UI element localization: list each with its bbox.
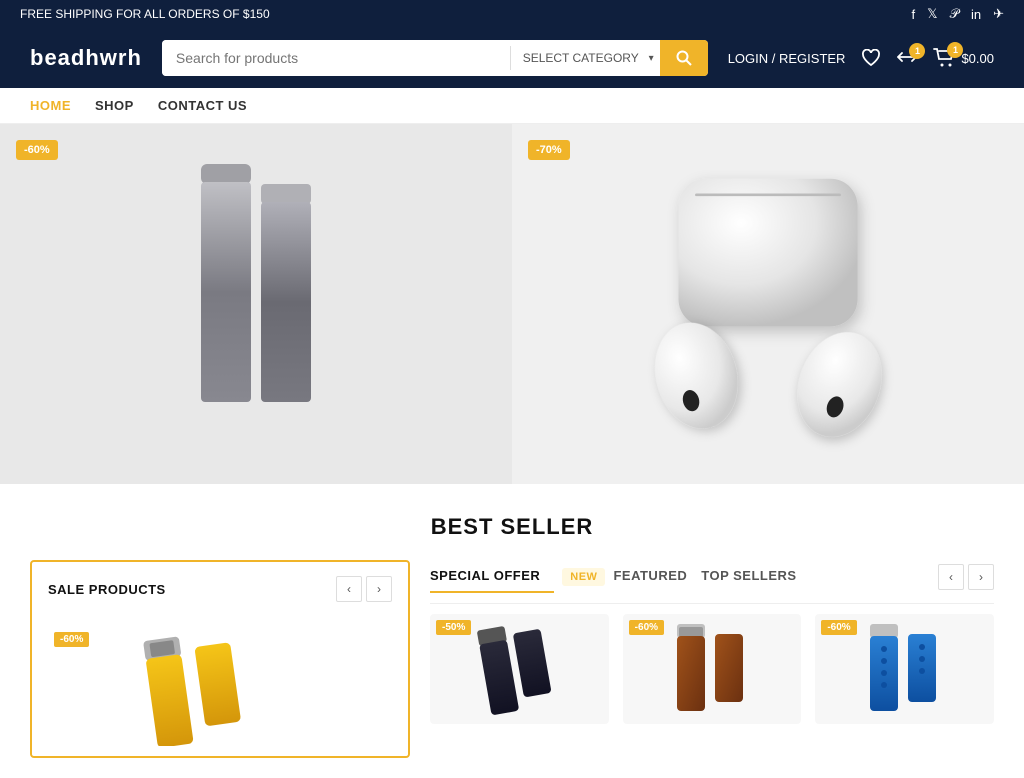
product-card-1-discount: -50% xyxy=(436,620,471,635)
sale-product-straps-svg xyxy=(120,626,320,746)
product-card-2-discount: -60% xyxy=(629,620,664,635)
best-seller-title: BEST SELLER xyxy=(30,514,994,540)
product-card-1: -50% xyxy=(430,614,609,724)
tab-top-sellers[interactable]: TOP SELLERS xyxy=(701,560,810,593)
hero-left-product-image xyxy=(156,164,356,444)
hero-left-panel: -60% xyxy=(0,124,512,484)
cart-total: $0.00 xyxy=(961,51,994,66)
watch-strap-group xyxy=(191,154,321,454)
watch-straps-svg xyxy=(191,154,321,454)
cart-button[interactable]: 1 $0.00 xyxy=(933,48,994,68)
nav-item-home[interactable]: HOME xyxy=(30,98,71,113)
hero-right-badge: -70% xyxy=(528,140,570,160)
sale-product-badge: -60% xyxy=(54,632,89,647)
earbuds-svg xyxy=(598,154,938,454)
product-card-3-image: -60% xyxy=(815,614,994,724)
linkedin-icon[interactable]: in xyxy=(971,7,981,22)
heart-icon xyxy=(861,49,881,67)
search-icon xyxy=(676,50,692,66)
wishlist-button[interactable] xyxy=(861,49,881,67)
nav-item-contact[interactable]: CONTACT US xyxy=(158,98,247,113)
tab-new[interactable]: NEW xyxy=(562,568,605,586)
sale-product-image-area: -60% xyxy=(32,616,408,756)
special-offer-next[interactable]: › xyxy=(968,564,994,590)
product-card-3: -60% xyxy=(815,614,994,724)
sale-product-item: -60% xyxy=(48,626,392,746)
product-3-strap-svg xyxy=(860,619,950,719)
special-offer-tabs: SPECIAL OFFER NEW FEATURED TOP SELLERS xyxy=(430,560,811,593)
compare-badge: 1 xyxy=(909,43,925,59)
search-button[interactable] xyxy=(660,40,708,76)
tab-special-offer[interactable]: SPECIAL OFFER xyxy=(430,560,554,593)
category-select[interactable]: SELECT CATEGORY xyxy=(511,41,660,75)
sale-products-column: SALE PRODUCTS ‹ › -60% xyxy=(30,560,410,758)
special-offer-header: SPECIAL OFFER NEW FEATURED TOP SELLERS ‹… xyxy=(430,560,994,604)
cart-icon-wrapper: 1 xyxy=(933,48,955,68)
product-card-2-image: -60% xyxy=(623,614,802,724)
special-offer-column: SPECIAL OFFER NEW FEATURED TOP SELLERS ‹… xyxy=(410,560,994,758)
category-wrapper: SELECT CATEGORY ▾ xyxy=(511,41,660,75)
product-card-3-discount: -60% xyxy=(821,620,856,635)
sale-products-prev[interactable]: ‹ xyxy=(336,576,362,602)
header-actions: LOGIN / REGISTER 1 1 $0.00 xyxy=(728,48,994,68)
search-input[interactable] xyxy=(162,40,510,76)
sale-products-title: SALE PRODUCTS xyxy=(48,582,166,597)
nav-item-shop[interactable]: SHOP xyxy=(95,98,134,113)
login-register-link[interactable]: LOGIN / REGISTER xyxy=(728,51,846,66)
hero-right-product-image xyxy=(598,164,938,444)
pinterest-icon[interactable]: 𝒫 xyxy=(950,6,959,22)
social-icons: f 𝕏 𝒫 in ✈ xyxy=(911,6,1004,22)
special-offer-prev[interactable]: ‹ xyxy=(938,564,964,590)
facebook-icon[interactable]: f xyxy=(911,7,915,22)
product-cards-row: -50% xyxy=(430,614,994,724)
search-bar: SELECT CATEGORY ▾ xyxy=(162,40,708,76)
products-area: SALE PRODUCTS ‹ › -60% xyxy=(0,550,1024,778)
best-seller-section: BEST SELLER xyxy=(0,484,1024,550)
product-1-strap-svg xyxy=(474,619,564,719)
logo[interactable]: beadhwrh xyxy=(30,45,142,71)
announcement-bar: FREE SHIPPING FOR ALL ORDERS OF $150 f 𝕏… xyxy=(0,0,1024,28)
hero-section: -60% xyxy=(0,124,1024,484)
sale-products-header: SALE PRODUCTS ‹ › xyxy=(32,562,408,616)
product-card-1-image: -50% xyxy=(430,614,609,724)
twitter-icon[interactable]: 𝕏 xyxy=(927,6,937,22)
hero-right-panel: -70% xyxy=(512,124,1024,484)
product-2-strap-svg xyxy=(667,619,757,719)
special-offer-arrows: ‹ › xyxy=(938,564,994,590)
announcement-text: FREE SHIPPING FOR ALL ORDERS OF $150 xyxy=(20,7,270,21)
header: beadhwrh SELECT CATEGORY ▾ LOGIN / REGIS… xyxy=(0,28,1024,88)
product-card-2: -60% xyxy=(623,614,802,724)
tab-featured[interactable]: FEATURED xyxy=(613,560,701,593)
sale-products-next[interactable]: › xyxy=(366,576,392,602)
hero-left-badge: -60% xyxy=(16,140,58,160)
nav-bar: HOME SHOP CONTACT US xyxy=(0,88,1024,124)
sale-products-nav: ‹ › xyxy=(336,576,392,602)
telegram-icon[interactable]: ✈ xyxy=(993,6,1004,22)
compare-button[interactable]: 1 xyxy=(897,49,917,67)
